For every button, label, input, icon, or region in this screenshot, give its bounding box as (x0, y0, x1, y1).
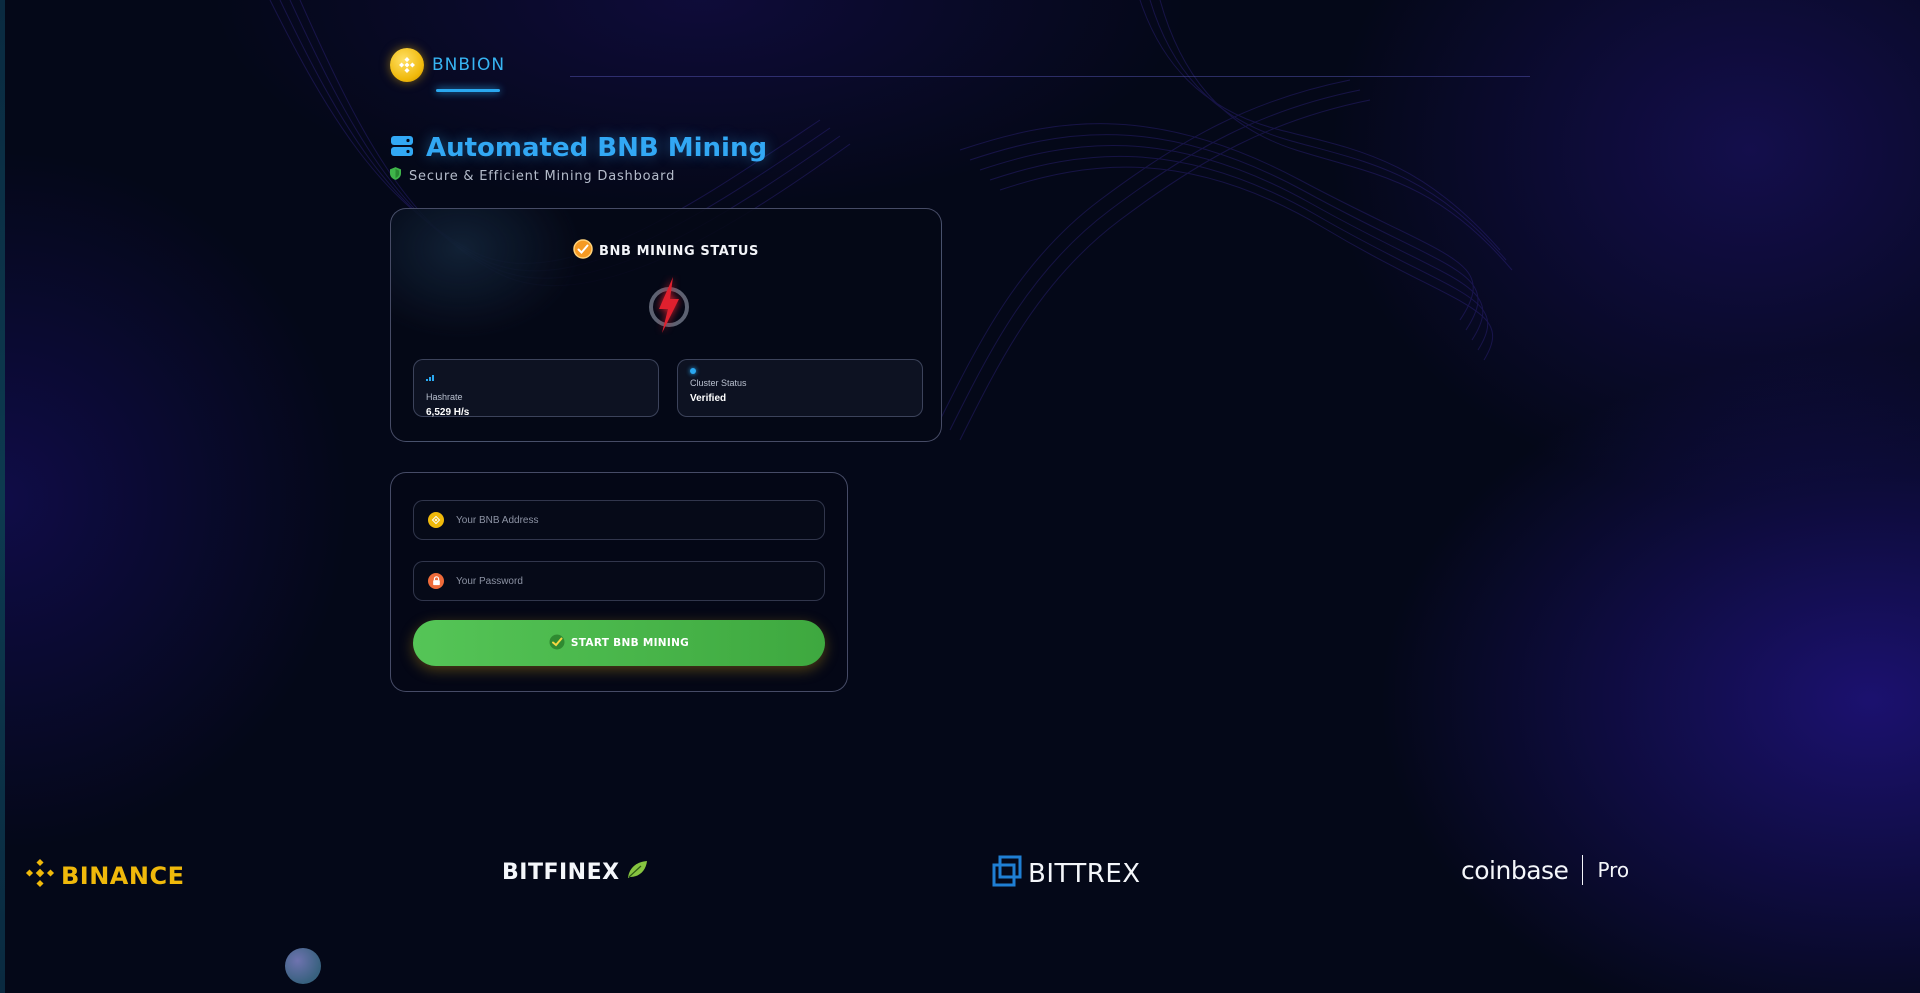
start-mining-label: START BNB MINING (570, 637, 690, 649)
start-mining-button[interactable]: START BNB MINING (413, 620, 825, 666)
brand-name: BNBION (432, 55, 506, 75)
background-wave-pattern (269, 0, 1513, 441)
hashrate-label: Hashrate (426, 392, 463, 402)
bitfinex-logo: BITFINEX (502, 860, 648, 885)
hashrate-value: 6,529 H/s (426, 407, 470, 418)
lock-icon (428, 573, 444, 589)
left-edge-bar (0, 0, 5, 993)
shield-icon (390, 167, 401, 185)
brand-logo[interactable]: BNBION (390, 48, 506, 92)
cluster-status-stat: Cluster Status Verified (677, 359, 923, 417)
password-input[interactable] (454, 574, 798, 588)
bittrex-square-icon (992, 855, 1022, 892)
binance-wordmark: BINANCE (61, 861, 185, 890)
coinbase-pro-logo: coinbase Pro (1461, 855, 1629, 885)
bnb-coin-icon (428, 512, 444, 528)
server-icon (390, 135, 414, 162)
brand-underline (436, 89, 500, 92)
coinbase-divider (1582, 855, 1584, 885)
status-title: BNB MINING STATUS (598, 244, 760, 259)
page-title: Automated BNB Mining (426, 133, 768, 163)
page-title-row: Automated BNB Mining (390, 133, 767, 163)
bnb-coin-icon (390, 48, 424, 82)
binance-logo: BINANCE (25, 858, 184, 893)
bnb-address-field[interactable] (413, 500, 825, 540)
bnb-address-input[interactable] (454, 513, 798, 527)
page-subtitle: Secure & Efficient Mining Dashboard (409, 168, 676, 184)
power-lightning-icon (649, 277, 689, 333)
coinbase-pro-wordmark: Pro (1597, 858, 1630, 882)
coinbase-wordmark: coinbase (1461, 855, 1569, 885)
status-header: BNB MINING STATUS (391, 239, 941, 264)
mining-form-card: START BNB MINING (390, 472, 848, 692)
bittrex-wordmark: BITTREX (1028, 858, 1141, 889)
password-field[interactable] (413, 561, 825, 601)
page-subtitle-row: Secure & Efficient Mining Dashboard (390, 167, 675, 185)
cluster-status-label: Cluster Status (690, 378, 747, 388)
check-badge-icon (573, 239, 593, 264)
mining-status-card: BNB MINING STATUS Hashrate 6,529 H/s Clu… (390, 208, 942, 442)
leaf-icon (626, 860, 648, 885)
cluster-status-value: Verified (690, 393, 727, 404)
status-dot-icon (690, 368, 696, 374)
bitfinex-wordmark: BITFINEX (502, 860, 620, 885)
hashrate-stat: Hashrate 6,529 H/s (413, 359, 659, 418)
signal-bars-icon (426, 368, 436, 385)
check-icon (549, 634, 565, 653)
header-divider (570, 76, 1530, 77)
bittrex-logo: BITTREX (992, 855, 1141, 892)
binance-diamond-icon (25, 858, 55, 893)
chat-widget-button[interactable] (285, 948, 321, 984)
